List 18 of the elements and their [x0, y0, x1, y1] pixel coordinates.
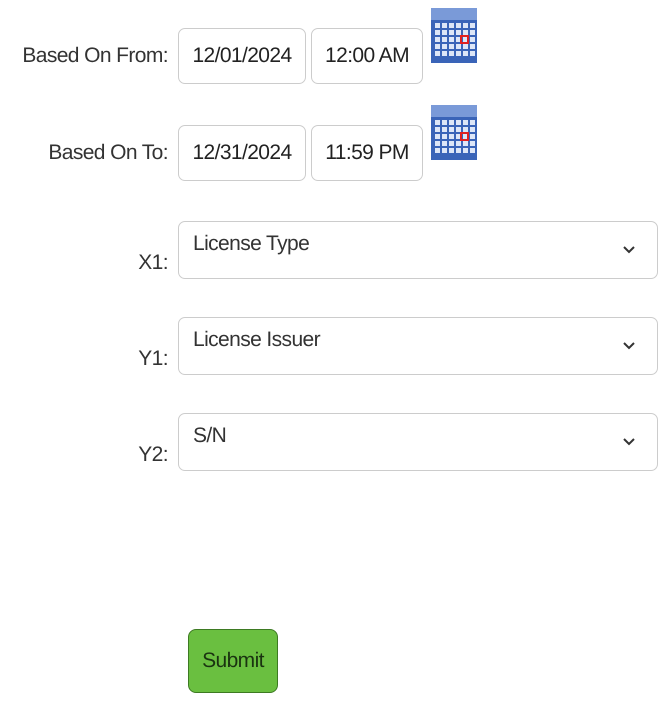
- submit-button[interactable]: Submit: [188, 629, 278, 693]
- dropdown[interactable]: License Type: [178, 221, 658, 279]
- chevron-down-icon: [623, 246, 635, 254]
- date-field[interactable]: 12/01/2024: [178, 28, 306, 84]
- chevron-down-icon: [623, 342, 635, 350]
- field-label: Based On To:: [47, 141, 169, 165]
- date-field[interactable]: 12/31/2024: [178, 125, 306, 181]
- time-field[interactable]: 11:59 PM: [311, 125, 423, 181]
- field-label: Based On From:: [21, 44, 169, 68]
- dropdown[interactable]: License Issuer: [178, 317, 658, 375]
- chevron-down-icon: [623, 438, 635, 446]
- calendar-icon[interactable]: [431, 8, 477, 63]
- dropdown[interactable]: S/N: [178, 413, 658, 471]
- time-field[interactable]: 12:00 AM: [311, 28, 423, 84]
- calendar-icon[interactable]: [431, 105, 477, 160]
- field-label: X1:: [137, 251, 169, 276]
- field-label: Y2:: [137, 443, 169, 468]
- field-label: Y1:: [137, 347, 169, 372]
